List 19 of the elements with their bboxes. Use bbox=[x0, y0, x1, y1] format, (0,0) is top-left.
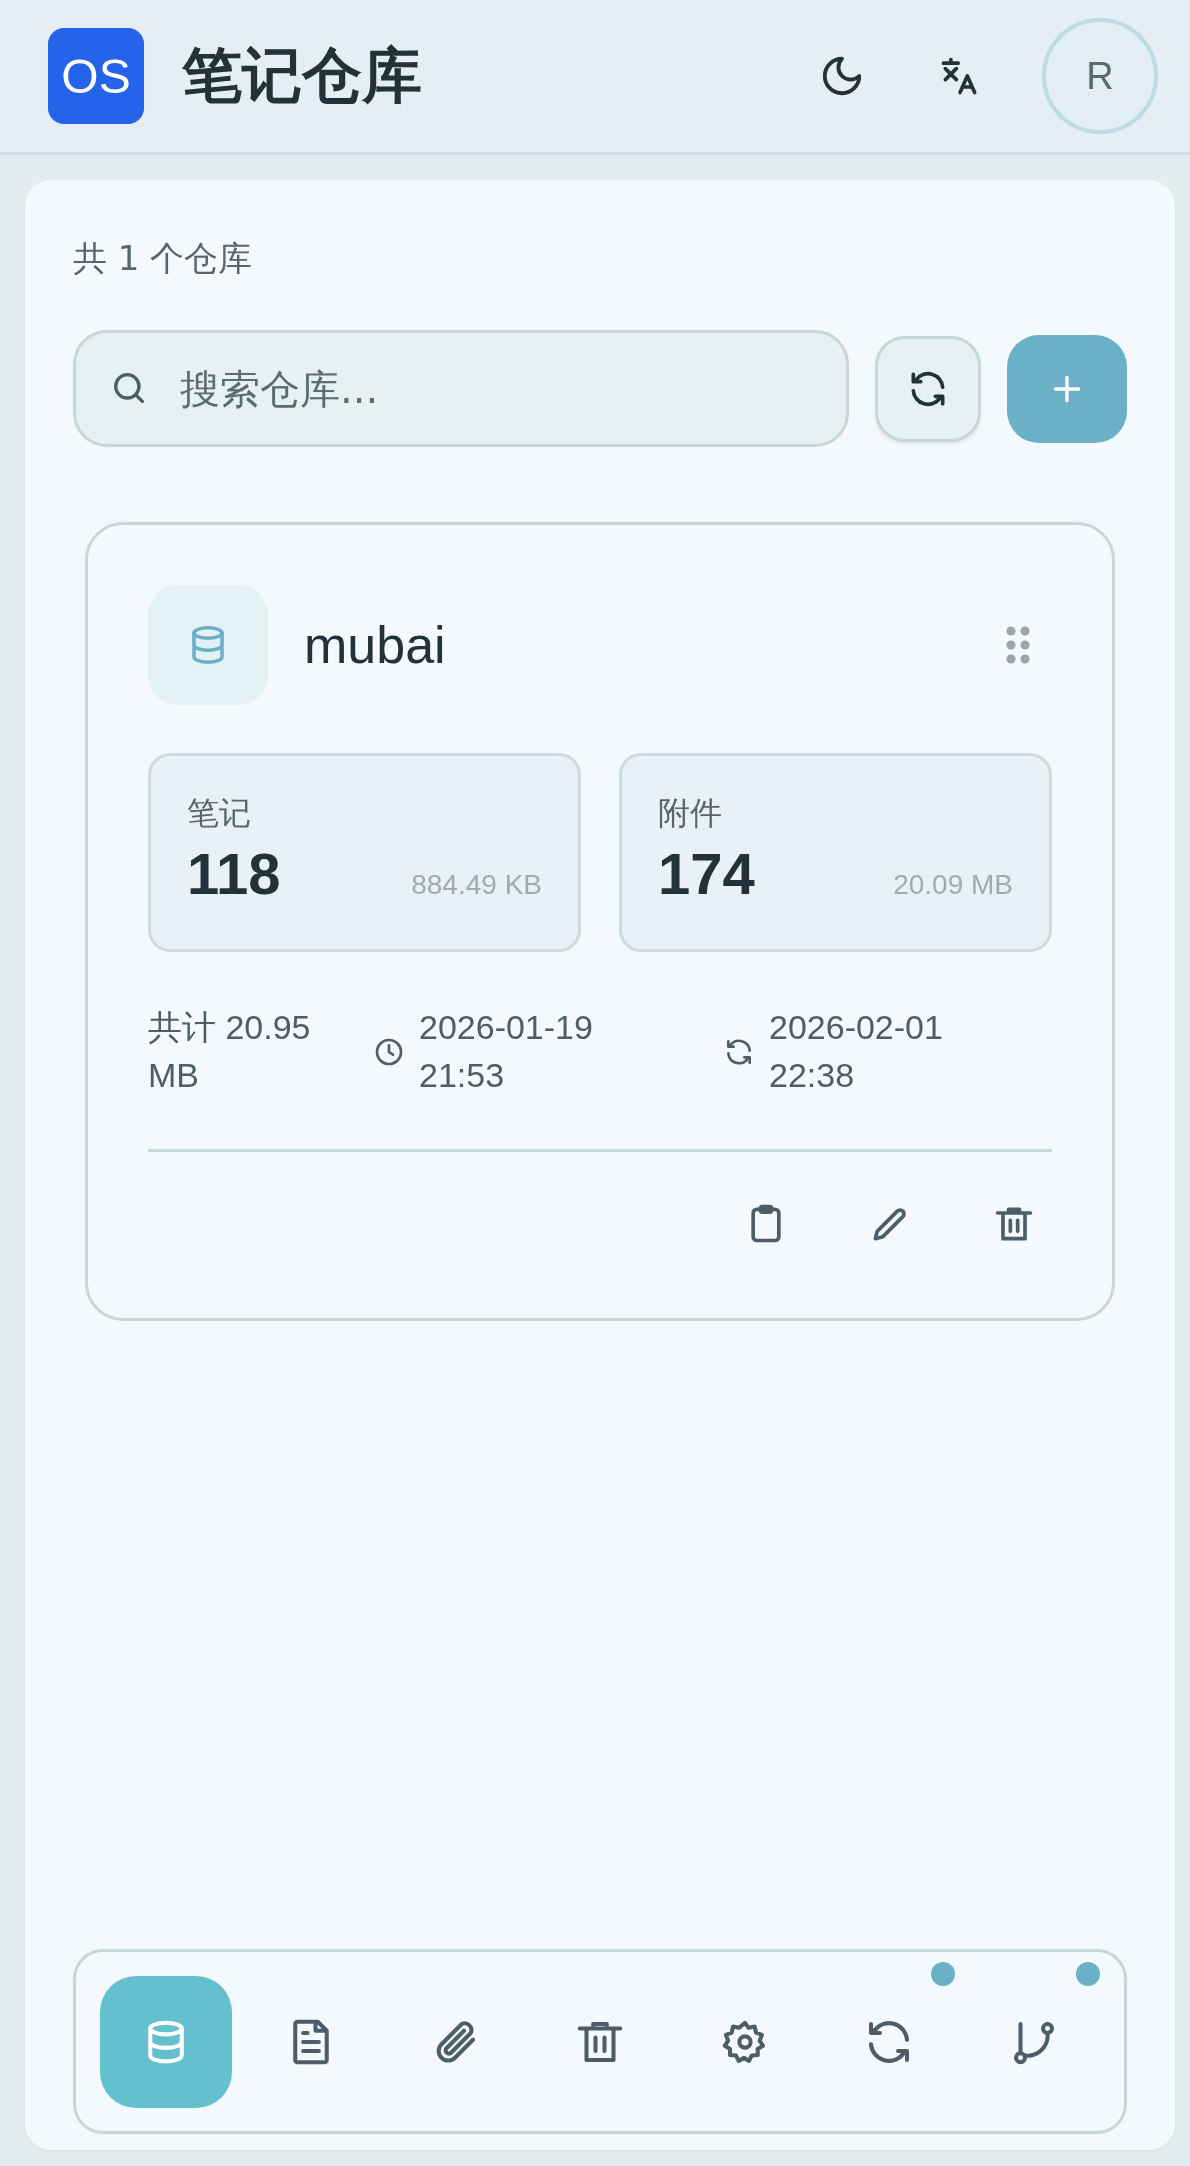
created-time: 2026-01-19 21:53 bbox=[419, 1007, 594, 1096]
stat-size: 20.09 MB bbox=[893, 869, 1013, 901]
refresh-button[interactable] bbox=[875, 335, 981, 442]
app-title: 笔记仓库 bbox=[182, 38, 422, 112]
stat-label: 附件 bbox=[658, 793, 723, 834]
repository-name: mubai bbox=[304, 615, 447, 675]
app-logo: OS bbox=[48, 28, 144, 124]
stat-label: 笔记 bbox=[187, 793, 252, 834]
stat-count: 174 bbox=[658, 840, 755, 907]
search-field[interactable]: 搜索仓库... bbox=[73, 330, 849, 447]
total-size: 共计 20.95 MB bbox=[148, 1007, 312, 1096]
repository-card[interactable]: mubai 笔记 118 884.49 KB 附件 174 20.09 MB 共计 20.95 MB 2026-01-19 21:53 2026-02-01 22:38 bbox=[85, 522, 1115, 1322]
stat-size: 884.49 KB bbox=[411, 869, 542, 901]
repository-count: 共 1 个仓库 bbox=[73, 237, 254, 280]
synced-time: 2026-02-01 22:38 bbox=[769, 1007, 944, 1096]
stat-count: 118 bbox=[187, 840, 281, 907]
drag-handle-icon[interactable] bbox=[1004, 624, 1032, 666]
database-icon bbox=[148, 585, 268, 705]
avatar-button[interactable]: R bbox=[1042, 18, 1158, 134]
